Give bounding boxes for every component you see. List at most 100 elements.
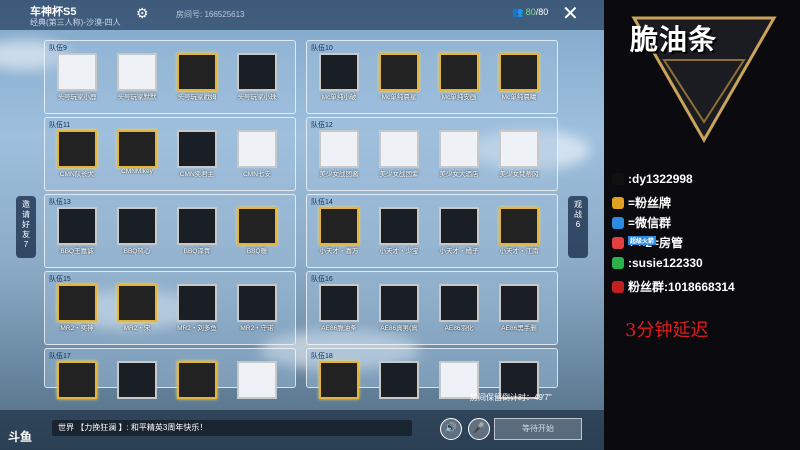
player-slot[interactable]: CMN奕君主 [171, 130, 223, 178]
player-slot[interactable]: 美少女梵蒂冈 [493, 130, 545, 178]
tiktok-icon [612, 173, 624, 185]
player-avatar [499, 53, 539, 91]
speaker-icon[interactable]: 🔊 [440, 418, 462, 440]
team-panel: 队伍18 [306, 348, 558, 399]
player-slot[interactable]: CMN队长犬 [51, 130, 103, 178]
player-name: 小天才・橘子 [439, 248, 479, 255]
player-name: 小天才・少宝 [379, 248, 419, 255]
player-avatar [237, 284, 277, 322]
team-label: 队伍12 [311, 122, 333, 129]
player-slot[interactable] [373, 361, 425, 405]
player-slot[interactable]: AE86羽化 [433, 284, 485, 332]
player-name: 美少女大酒店 [439, 171, 479, 178]
player-slot[interactable]: 小天才・江南 [493, 207, 545, 255]
player-slot[interactable]: CMN七安 [231, 130, 283, 178]
player-slot[interactable]: 美少女战团酱 [313, 130, 365, 178]
player-avatar [177, 207, 217, 245]
player-slot[interactable]: MR2・守诺 [231, 284, 283, 332]
player-count-max: /80 [535, 7, 549, 17]
player-slot[interactable]: Mc单纯安画 [433, 53, 485, 101]
player-slot[interactable]: AE86脆油条 [313, 284, 365, 332]
player-slot[interactable]: 头号玩家小鹿 [51, 53, 103, 101]
player-name: 美少女战团酱 [319, 171, 359, 178]
player-slot[interactable] [51, 361, 103, 405]
chat-message: 世界 【力挽狂澜 】: 和平精英3周年快乐！ [58, 423, 208, 432]
player-slot[interactable]: 小天才・少宝 [373, 207, 425, 255]
player-slot[interactable]: CMNMikey [111, 130, 163, 175]
player-slot[interactable]: 小天才・橘子 [433, 207, 485, 255]
player-avatar [499, 130, 539, 168]
player-slot[interactable]: 美少女战团紫 [373, 130, 425, 178]
rocket-icon [612, 237, 624, 249]
player-slot[interactable]: 小天才・喜万 [313, 207, 365, 255]
invite-friends-label: 邀请好友7 [22, 200, 30, 249]
player-name: 小天才・江南 [499, 248, 539, 255]
player-avatar [237, 207, 277, 245]
player-name: 美少女战团紫 [379, 171, 419, 178]
player-avatar [379, 284, 419, 322]
people-icon: 👥 [512, 7, 524, 17]
player-slot[interactable]: BBQ泽青 [171, 207, 223, 255]
player-slot[interactable]: Mc单纯晨曦 [493, 53, 545, 101]
player-name: MR2・守诺 [240, 325, 274, 332]
team-label: 队伍10 [311, 45, 333, 52]
player-avatar [177, 130, 217, 168]
douyu-logo: 斗鱼 [8, 430, 33, 444]
player-slot[interactable]: BBQ暖 [231, 207, 283, 255]
super-rocket-label: 超级火箭 [628, 236, 657, 245]
player-slot[interactable] [111, 361, 163, 405]
player-avatar [439, 130, 479, 168]
player-slot[interactable]: Mc单纯晨星 [373, 53, 425, 101]
team-panel: 队伍10 Mc单纯小破 Mc单纯晨星 Mc单纯安画 Mc单纯晨曦 [306, 40, 558, 114]
player-slot[interactable]: BBQ热心 [111, 207, 163, 255]
player-slot[interactable] [231, 361, 283, 405]
team-panel: 队伍12 美少女战团酱 美少女战团紫 美少女大酒店 美少女梵蒂冈 [306, 117, 558, 191]
invite-friends-tab[interactable]: 邀请好友7 [16, 196, 36, 258]
player-name: AE86真男(真 [380, 325, 418, 332]
player-slot[interactable]: BBQ王嘉诚 [51, 207, 103, 255]
player-slot[interactable]: AE86真男(真 [373, 284, 425, 332]
player-slot[interactable]: MR2・刘多鱼 [171, 284, 223, 332]
player-name: 头号玩家小珠 [237, 94, 277, 101]
player-name: CMNMikey [121, 168, 153, 175]
player-avatar [117, 130, 157, 168]
player-slot[interactable]: 头号玩家戳姆 [171, 53, 223, 101]
start-button[interactable]: 等待开始 [494, 418, 582, 440]
player-avatar [439, 284, 479, 322]
microphone-icon[interactable]: 🎤 [468, 418, 490, 440]
team-panel: 队伍14 小天才・喜万 小天才・少宝 小天才・橘子 小天才・江南 [306, 194, 558, 268]
player-name: AE86羽化 [444, 325, 474, 332]
stream-info-line: :dy1322998 [612, 172, 693, 186]
player-avatar [499, 207, 539, 245]
player-name: BBQ泽青 [183, 248, 211, 255]
player-slot[interactable]: MR2・奕神 [51, 284, 103, 332]
player-slot[interactable]: Mc单纯小破 [313, 53, 365, 101]
player-avatar [57, 361, 97, 399]
player-slot[interactable] [171, 361, 223, 405]
player-slot[interactable]: AE86黑手删 [493, 284, 545, 332]
player-avatar [499, 284, 539, 322]
player-avatar [439, 207, 479, 245]
player-slot[interactable]: 美少女大酒店 [433, 130, 485, 178]
world-chat[interactable]: 世界 【力挽狂澜 】: 和平精英3周年快乐！ [52, 420, 412, 436]
player-avatar [117, 53, 157, 91]
player-avatar [117, 207, 157, 245]
stream-delay-notice: 3分钟延迟 [625, 320, 709, 341]
player-slot[interactable]: MR2・宋 [111, 284, 163, 332]
player-slot[interactable]: 头号玩家小珠 [231, 53, 283, 101]
stream-info-line: 粉丝群:1018668314 [612, 278, 735, 295]
player-slot[interactable] [313, 361, 365, 405]
close-icon[interactable]: ✕ [562, 4, 579, 24]
spectate-tab[interactable]: 观战6 [568, 196, 588, 258]
gear-icon[interactable]: ⚙ [136, 6, 150, 20]
player-avatar [319, 361, 359, 399]
player-slot[interactable]: 头号玩家默默 [111, 53, 163, 101]
player-name: MR2・宋 [123, 325, 151, 332]
room-countdown: 房间保留倒计时：49'7" [470, 393, 552, 402]
player-name: CMN七安 [243, 171, 271, 178]
stream-info-line: =微信群 [612, 214, 671, 231]
player-avatar [237, 53, 277, 91]
streamer-brand: 脆油条 [630, 23, 718, 56]
player-name: CMN队长犬 [59, 171, 95, 178]
game-screen: 车神杯S5 经典(第三人称)-沙漠-四人 ⚙ 房间号: 166525613 👥 … [0, 0, 604, 450]
